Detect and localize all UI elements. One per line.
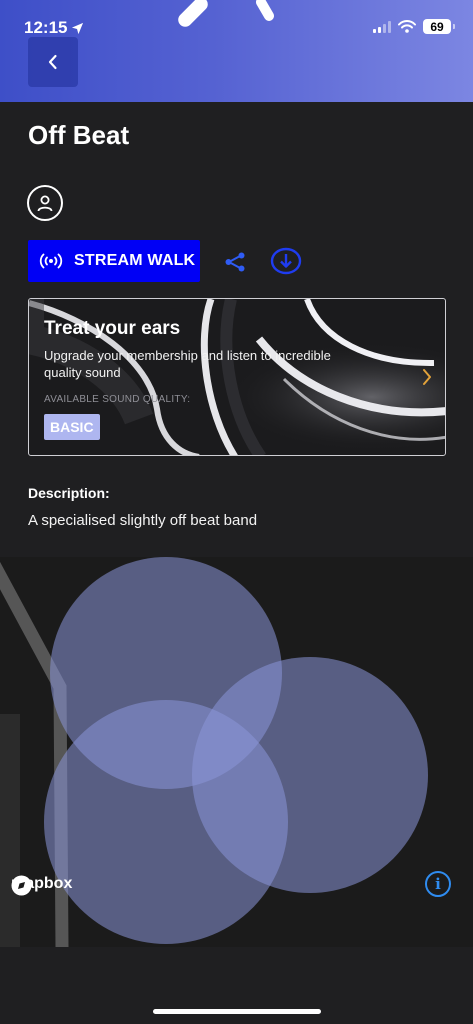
home-indicator	[153, 1009, 321, 1014]
description-text: A specialised slightly off beat band	[28, 512, 258, 529]
page-title: Off Beat	[28, 120, 130, 150]
cellular-signal-icon	[373, 20, 391, 33]
back-button[interactable]	[28, 37, 78, 87]
map-zone[interactable]	[44, 700, 288, 944]
broadcast-icon	[39, 253, 63, 269]
description-heading: Description:	[28, 485, 110, 501]
status-indicators: 69	[373, 19, 455, 34]
upgrade-promo-card[interactable]: Treat your ears Upgrade your membership …	[28, 298, 446, 456]
promo-title: Treat your ears	[44, 318, 181, 339]
sound-quality-badge: BASIC	[44, 414, 100, 440]
chevron-left-icon	[48, 54, 57, 70]
stream-walk-button[interactable]: STREAM WALK	[28, 240, 200, 282]
artist-avatar[interactable]	[27, 185, 63, 221]
status-time: 12:15	[24, 18, 84, 38]
share-button[interactable]	[222, 249, 248, 275]
mapbox-logo[interactable]: mapbox	[11, 875, 72, 896]
share-icon	[225, 252, 245, 272]
download-button[interactable]	[270, 247, 302, 275]
info-icon: i	[435, 875, 441, 893]
location-arrow-icon	[72, 22, 84, 34]
promo-subtitle: Upgrade your membership and listen to in…	[44, 348, 331, 380]
mapbox-icon	[11, 875, 32, 896]
info-button[interactable]: i	[425, 871, 451, 897]
battery-icon: 69	[423, 19, 455, 34]
wifi-icon	[398, 20, 416, 33]
user-icon	[37, 195, 53, 212]
sound-quality-label: AVAILABLE SOUND QUALITY:	[44, 394, 191, 405]
download-icon	[270, 247, 302, 275]
battery-level: 69	[430, 19, 444, 34]
chevron-right-icon	[423, 369, 431, 385]
map-view[interactable]: mapbox i	[0, 557, 473, 947]
stream-walk-label: STREAM WALK	[74, 252, 196, 269]
map-building	[0, 714, 20, 947]
